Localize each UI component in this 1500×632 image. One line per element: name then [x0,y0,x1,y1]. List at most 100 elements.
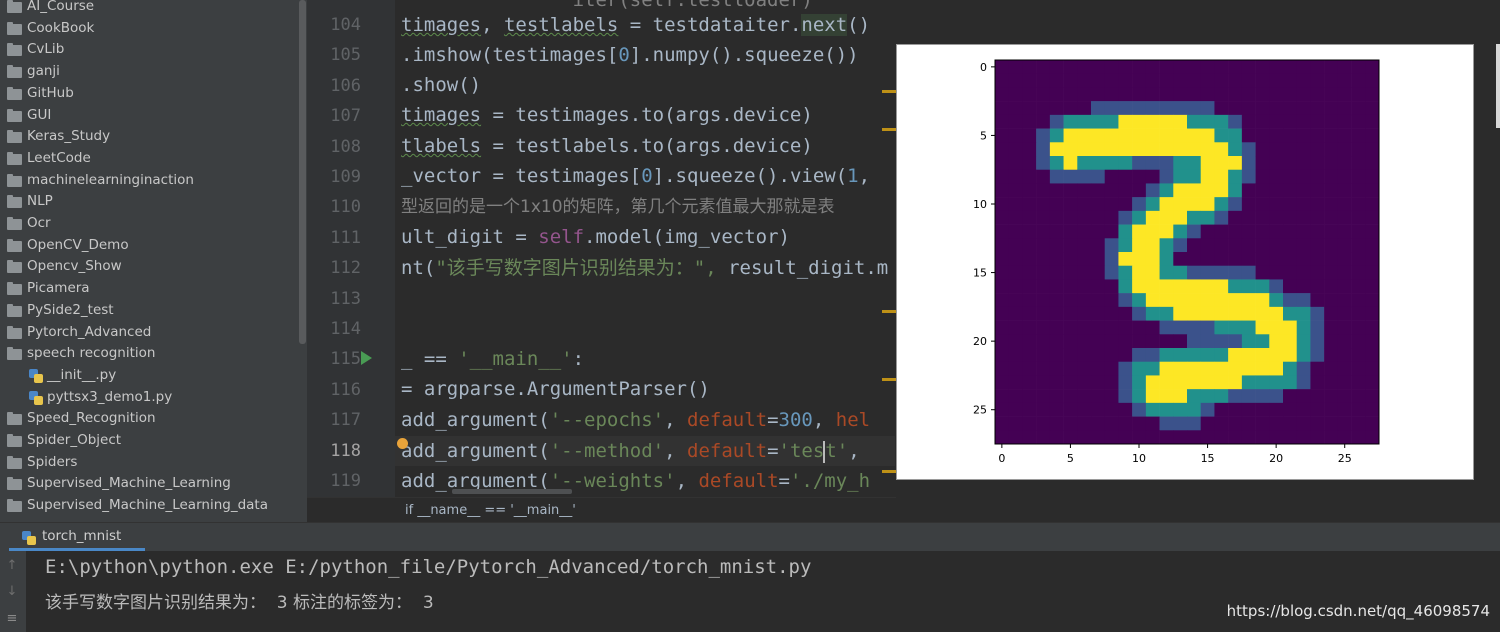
tree-folder[interactable]: Spiders [0,452,298,473]
project-tree-scrollbar[interactable] [298,0,307,522]
tree-folder[interactable]: Opencv_Show [0,256,298,277]
image-pixel [1104,183,1119,198]
image-pixel [1173,361,1188,376]
image-pixel [1036,389,1051,404]
image-pixel [1049,87,1064,102]
tree-folder[interactable]: ganji [0,61,298,82]
tree-folder[interactable]: LeetCode [0,148,298,169]
image-pixel [1132,252,1147,267]
image-pixel [1132,348,1147,363]
tree-folder[interactable]: Picamera [0,278,298,299]
image-pixel [1255,430,1270,445]
editor-horizontal-scrollbar[interactable] [452,489,572,494]
image-pixel [1365,293,1380,308]
project-tree[interactable]: AI_Course CookBook CvLib ganji GitHub GUI Kera… [0,0,298,522]
tree-folder[interactable]: AI_Course [0,0,298,17]
image-pixel [1077,224,1092,239]
tree-folder[interactable]: Keras_Study [0,126,298,147]
code-line: .imshow(testimages[0].numpy().squeeze()) [401,44,859,66]
image-pixel [1214,238,1229,253]
warning-marker[interactable] [882,378,896,381]
tree-file[interactable]: __init__.py [0,365,298,386]
image-pixel [1036,114,1051,129]
breadcrumb[interactable]: if __name__ == '__main__' [307,497,896,523]
tree-folder[interactable]: PySide2_test [0,300,298,321]
tree-folder[interactable]: GitHub [0,83,298,104]
image-pixel [1324,224,1339,239]
image-pixel [1324,375,1339,390]
warning-marker[interactable] [882,90,896,93]
scroll-up-icon[interactable]: ↑ [5,558,19,573]
image-pixel [1269,114,1284,129]
warning-marker[interactable] [882,470,896,473]
warning-marker[interactable] [882,310,896,313]
image-pixel [1310,430,1325,445]
tree-folder[interactable]: Ocr [0,213,298,234]
image-pixel [1269,361,1284,376]
scroll-down-icon[interactable]: ↓ [5,584,19,599]
image-pixel [1296,156,1311,171]
tree-folder[interactable]: GUI [0,105,298,126]
image-pixel [1365,320,1380,335]
image-pixel [1337,128,1352,143]
image-pixel [1200,128,1215,143]
image-pixel [1091,197,1106,212]
image-pixel [1008,60,1023,75]
image-pixel [1008,402,1023,417]
folder-icon [7,86,22,100]
tree-folder[interactable]: OpenCV_Demo [0,235,298,256]
image-pixel [1091,320,1106,335]
image-pixel [1310,128,1325,143]
image-pixel [1145,293,1160,308]
image-pixel [1022,293,1037,308]
code-line: timages = testimages.to(args.device) [401,104,813,126]
image-pixel [1269,252,1284,267]
run-arrow-icon[interactable] [361,351,372,365]
image-pixel [1241,402,1256,417]
image-pixel [1324,238,1339,253]
image-pixel [1200,183,1215,198]
tree-folder[interactable]: Speed_Recognition [0,408,298,429]
breadcrumb-item[interactable]: if __name__ == '__main__' [405,503,576,518]
tree-folder[interactable]: CookBook [0,18,298,39]
wrap-icon[interactable]: ≡ [5,611,19,626]
image-pixel [1145,320,1160,335]
tree-file[interactable]: pyttsx3_demo1.py [0,387,298,408]
image-pixel [1063,279,1078,294]
warning-marker[interactable] [882,128,896,131]
image-pixel [1173,156,1188,171]
image-pixel [1337,101,1352,116]
image-pixel [1104,238,1119,253]
image-pixel [1091,252,1106,267]
image-pixel [1049,293,1064,308]
console-line: 该手写数字图片识别结果为： 3 标注的标签为： 3 [45,593,434,613]
image-pixel [1324,114,1339,129]
tree-folder[interactable]: Supervised_Machine_Learning_data [0,495,298,516]
image-pixel [1063,430,1078,445]
image-pixel [1159,73,1174,88]
tree-item-label: CookBook [27,19,95,36]
tree-folder[interactable]: NLP [0,191,298,212]
tree-item-label: CvLib [27,41,65,58]
image-pixel [1022,156,1037,171]
image-pixel [1091,73,1106,88]
tree-folder[interactable]: Pytorch_Advanced [0,322,298,343]
tree-folder[interactable]: Spider_Object [0,430,298,451]
code-editor[interactable]: iter(self.testloader) timages, testlabel… [395,0,895,497]
image-pixel [1036,252,1051,267]
image-pixel [1173,265,1188,280]
image-pixel [1008,183,1023,198]
image-pixel [1310,279,1325,294]
image-pixel [1283,252,1298,267]
figure-window[interactable]: 0 5 10 15 20 25 0 5 10 15 20 25 [896,44,1474,480]
scrollbar-thumb[interactable] [299,0,306,344]
tree-folder[interactable]: CvLib [0,39,298,60]
tree-folder[interactable]: speech recognition [0,343,298,364]
tree-folder[interactable]: machinelearninginaction [0,170,298,191]
run-tab-torch-mnist[interactable]: torch_mnist [9,525,145,551]
tree-item-label: pyttsx3_demo1.py [47,388,173,405]
tree-folder[interactable]: Supervised_Machine_Learning [0,473,298,494]
python-file-icon [29,368,43,383]
bulb-icon[interactable] [397,438,408,449]
image-pixel [1337,361,1352,376]
